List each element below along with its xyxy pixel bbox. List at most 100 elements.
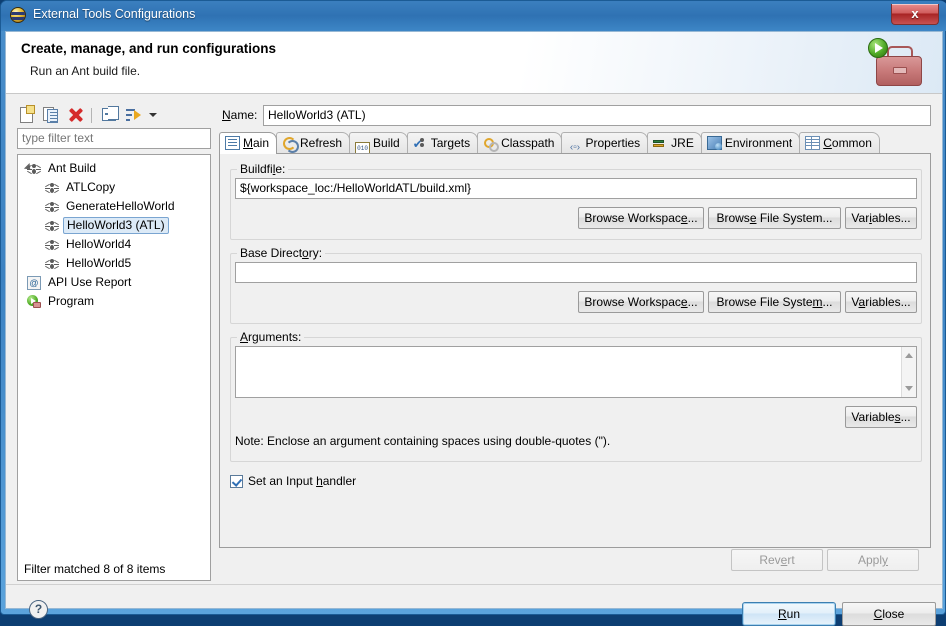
tree-item[interactable]: HelloWorld5 (18, 254, 210, 273)
tab-strip: Main Refresh 010Build Targets Classpath ‹▫›Pr… (219, 132, 931, 156)
close-button[interactable]: Close (842, 602, 936, 626)
tree-item[interactable]: ATLCopy (18, 178, 210, 197)
header-banner: Create, manage, and run configurations R… (6, 32, 942, 94)
footer-separator (6, 584, 942, 585)
filter-status-text: Filter matched 8 of 8 items (24, 562, 166, 576)
base-directory-input[interactable] (235, 262, 917, 283)
input-handler-label: Set an Input handler (248, 474, 357, 488)
search-input[interactable]: type filter text (17, 128, 211, 149)
tab-main[interactable]: Main (219, 132, 278, 154)
input-handler-checkbox[interactable] (230, 475, 243, 488)
window-title: External Tools Configurations (33, 7, 196, 21)
chevron-down-icon[interactable] (145, 106, 165, 125)
delete-red-x-icon[interactable] (65, 106, 85, 125)
buildfile-variables-button[interactable]: Variables... (845, 207, 917, 229)
classpath-tab-icon (483, 136, 500, 152)
ant-icon (45, 258, 59, 270)
ant-icon (45, 201, 59, 213)
tab-common[interactable]: Common (799, 132, 880, 154)
base-directory-group: Base Directory: Browse Workspace... Brow… (230, 246, 922, 324)
tree-item[interactable]: Program (18, 292, 210, 311)
buildfile-label: Buildfile: (237, 162, 289, 176)
page-title: Create, manage, and run configurations (21, 41, 277, 56)
buildfile-browse-workspace-button[interactable]: Browse Workspace... (578, 207, 704, 229)
api-use-report-icon: @ (27, 276, 41, 290)
tab-properties[interactable]: ‹▫› Properties (561, 132, 649, 154)
configurations-panel: type filter text Ant Build ATLCopy Generat… (17, 103, 211, 581)
duplicate-icon[interactable] (41, 106, 61, 125)
tree-item-label: Program (48, 294, 95, 308)
tab-build[interactable]: 010 Build (349, 132, 408, 156)
name-label: Name: (222, 108, 258, 122)
tab-label: Properties (585, 136, 641, 150)
tree-item-label: HelloWorld3 (ATL) (63, 217, 169, 234)
buildfile-input[interactable]: ${workspace_loc:/HelloWorldATL/build.xml… (235, 178, 917, 199)
name-input[interactable]: HelloWorld3 (ATL) (263, 105, 931, 126)
tab-folder: Main Refresh 010Build Targets Classpath ‹▫›Pr… (219, 132, 931, 548)
tab-environment[interactable]: Environment (700, 132, 801, 154)
ant-icon (45, 182, 59, 194)
configurations-tree[interactable]: Ant Build ATLCopy GenerateHelloWorld HelloW… (17, 154, 211, 581)
buildfile-browse-filesystem-button[interactable]: Browse File System... (708, 207, 841, 229)
collapse-all-icon[interactable] (99, 106, 119, 125)
tree-item-label: HelloWorld4 (66, 237, 132, 251)
tab-label: Environment (724, 136, 793, 150)
arguments-scrollbar[interactable] (901, 347, 916, 397)
tab-label: Refresh (300, 136, 343, 150)
tab-refresh[interactable]: Refresh (276, 132, 351, 154)
main-tab-icon (225, 136, 240, 150)
arguments-variables-button[interactable]: Variables... (845, 406, 917, 428)
ant-icon (45, 220, 59, 232)
tab-classpath[interactable]: Classpath (477, 132, 563, 154)
tree-item[interactable]: @ API Use Report (18, 273, 210, 292)
tree-item-label: HelloWorld5 (66, 256, 132, 270)
arguments-textarea[interactable] (235, 346, 917, 398)
tree-item-label: GenerateHelloWorld (66, 199, 175, 213)
tab-label: Classpath (501, 136, 555, 150)
arguments-label: Arguments: (237, 330, 305, 344)
program-run-icon (27, 295, 41, 309)
scroll-down-arrow-icon[interactable] (905, 386, 913, 391)
page-subtitle: Run an Ant build file. (30, 64, 141, 78)
ant-icon (45, 239, 59, 251)
tree-toolbar (17, 103, 211, 127)
filter-icon[interactable] (124, 106, 144, 125)
tree-item[interactable]: HelloWorld3 (ATL) (18, 216, 210, 235)
main-tab-panel: Buildfile: ${workspace_loc:/HelloWorldAT… (219, 153, 931, 548)
common-tab-icon (805, 136, 821, 150)
tab-label: Main (243, 136, 270, 150)
dialog-window: External Tools Configurations x Create, … (0, 0, 946, 626)
tab-label: Build (373, 136, 400, 150)
run-button[interactable]: Run (742, 602, 836, 626)
eclipse-globe-icon (10, 7, 26, 23)
base-directory-browse-filesystem-button[interactable]: Browse File System... (708, 291, 841, 313)
revert-button[interactable]: Revert (731, 549, 823, 571)
base-directory-label: Base Directory: (237, 246, 326, 260)
tab-label: Targets (430, 136, 471, 150)
buildfile-group: Buildfile: ${workspace_loc:/HelloWorldAT… (230, 162, 922, 240)
base-directory-variables-button[interactable]: Variables... (845, 291, 917, 313)
title-bar: External Tools Configurations x (1, 1, 946, 31)
tree-item[interactable]: GenerateHelloWorld (18, 197, 210, 216)
name-row: Name: HelloWorld3 (ATL) (219, 105, 931, 127)
ant-icon (27, 163, 41, 175)
jre-tab-icon (653, 136, 668, 150)
tree-item[interactable]: Ant Build (18, 159, 210, 178)
toolbox-with-run-arrow-icon (868, 36, 924, 90)
tab-targets[interactable]: Targets (406, 132, 479, 154)
tab-jre[interactable]: JRE (647, 132, 702, 154)
tree-item-label: API Use Report (48, 275, 132, 289)
new-config-icon[interactable] (17, 105, 37, 125)
arguments-group: Arguments: Variables... Note: Enclose an… (230, 330, 922, 462)
environment-tab-icon (706, 136, 722, 150)
tree-item-label: Ant Build (48, 161, 97, 175)
window-close-button[interactable]: x (891, 4, 939, 25)
apply-button[interactable]: Apply (827, 549, 919, 571)
configuration-editor: Name: HelloWorld3 (ATL) Main Refresh 010 Bu… (219, 103, 931, 581)
help-icon[interactable]: ? (29, 600, 48, 619)
scroll-up-arrow-icon[interactable] (905, 353, 913, 358)
base-directory-browse-workspace-button[interactable]: Browse Workspace... (578, 291, 704, 313)
input-handler-row[interactable]: Set an Input handler (230, 474, 530, 492)
tree-item[interactable]: HelloWorld4 (18, 235, 210, 254)
tab-label: JRE (671, 136, 694, 150)
